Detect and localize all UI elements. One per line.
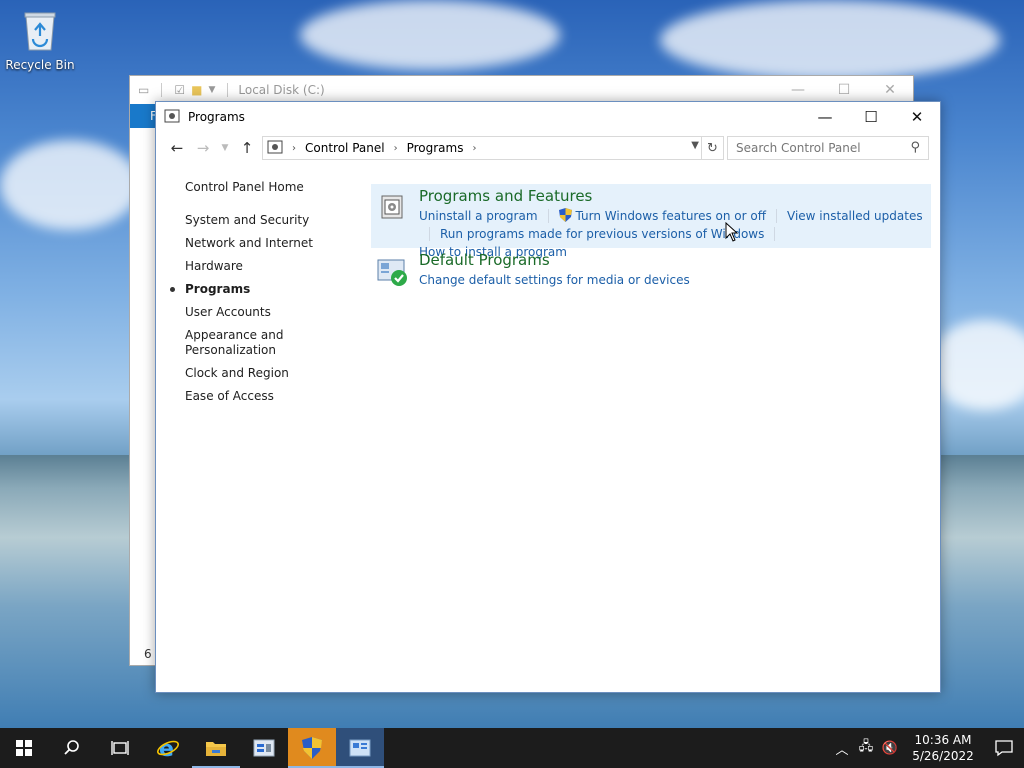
properties-icon[interactable]: ☑ — [174, 83, 185, 97]
volume-muted-icon[interactable]: 🔇 — [878, 741, 902, 756]
wallpaper-cloud — [300, 0, 560, 70]
navigation-bar: ← → ▼ ↑ › Control Panel › Programs › ▼ ↻… — [156, 136, 940, 160]
run-older-programs-link[interactable]: Run programs made for previous versions … — [440, 225, 764, 243]
breadcrumb-chevron-icon[interactable]: › — [292, 143, 296, 154]
sidebar: Control Panel Home System and Security N… — [170, 180, 355, 412]
recent-locations-dropdown-icon[interactable]: ▼ — [218, 143, 232, 153]
breadcrumb-programs[interactable]: Programs — [407, 141, 464, 155]
recycle-bin-desktop-icon[interactable]: Recycle Bin — [4, 8, 76, 72]
security-shield-button[interactable] — [288, 728, 336, 768]
show-hidden-icons-chevron-icon[interactable]: ︿ — [830, 739, 854, 758]
control-panel-icon — [164, 108, 180, 127]
forward-arrow-icon[interactable]: → — [192, 139, 214, 157]
sidebar-item-hardware[interactable]: Hardware — [185, 259, 355, 274]
shield-icon — [302, 737, 322, 759]
refresh-icon[interactable]: ↻ — [701, 137, 723, 159]
turn-windows-features-label: Turn Windows features on or off — [575, 209, 767, 223]
start-button[interactable] — [0, 728, 48, 768]
window-title: Programs — [188, 110, 245, 124]
server-manager-button[interactable] — [240, 728, 288, 768]
breadcrumb-chevron-icon[interactable]: › — [394, 143, 398, 154]
wallpaper-cloud — [930, 320, 1024, 410]
breadcrumb-control-panel[interactable]: Control Panel — [305, 141, 385, 155]
default-programs-icon[interactable] — [377, 256, 407, 286]
wallpaper-cloud — [0, 140, 140, 230]
clock[interactable]: 10:36 AM 5/26/2022 — [908, 732, 978, 764]
back-window-title: Local Disk (C:) — [238, 83, 325, 97]
sidebar-item-network-and-internet[interactable]: Network and Internet — [185, 236, 355, 251]
mouse-cursor-icon — [725, 222, 739, 242]
address-bar[interactable]: › Control Panel › Programs › ▼ ↻ — [262, 136, 724, 160]
up-arrow-icon[interactable]: ↑ — [236, 139, 258, 157]
system-tray: ︿ 🖧 🔇 10:36 AM 5/26/2022 — [830, 728, 1024, 768]
programs-and-features-title[interactable]: Programs and Features — [419, 187, 931, 205]
close-button[interactable]: ✕ — [894, 102, 940, 132]
sidebar-item-control-panel-home[interactable]: Control Panel Home — [185, 180, 355, 195]
back-arrow-icon[interactable]: ← — [166, 139, 188, 157]
programs-features-icon[interactable] — [377, 192, 407, 222]
sidebar-item-user-accounts[interactable]: User Accounts — [185, 305, 355, 320]
taskbar: e ︿ 🖧 🔇 10:36 AM 5/26/2022 — [0, 728, 1024, 768]
search-taskbar-button[interactable] — [48, 728, 96, 768]
server-manager-icon — [253, 739, 275, 757]
programs-and-features-group: Programs and Features Uninstall a progra… — [371, 184, 931, 259]
svg-text:e: e — [159, 737, 174, 759]
action-center-button[interactable] — [984, 739, 1024, 757]
windows-logo-icon — [16, 740, 32, 756]
recycle-bin-label: Recycle Bin — [5, 58, 75, 72]
new-folder-icon[interactable]: ■ — [191, 83, 202, 97]
internet-explorer-button[interactable]: e — [144, 728, 192, 768]
default-programs-title[interactable]: Default Programs — [419, 251, 931, 269]
maximize-button[interactable]: ☐ — [848, 102, 894, 132]
folder-icon — [206, 742, 226, 756]
internet-explorer-icon: e — [157, 737, 179, 759]
minimize-button[interactable]: — — [802, 102, 848, 132]
control-panel-taskbar-button[interactable] — [336, 728, 384, 768]
control-panel-icon — [349, 739, 371, 757]
task-view-icon — [111, 741, 129, 755]
search-icon — [64, 740, 79, 755]
quick-access-dropdown-icon[interactable]: ▼ — [208, 85, 215, 95]
uninstall-program-link[interactable]: Uninstall a program — [419, 207, 538, 225]
programs-window[interactable]: Programs — ☐ ✕ ← → ▼ ↑ › Control Panel ›… — [155, 101, 941, 693]
view-installed-updates-link[interactable]: View installed updates — [787, 207, 923, 225]
search-placeholder: Search Control Panel — [736, 141, 861, 155]
back-minimize-button[interactable]: — — [775, 76, 821, 104]
clock-date: 5/26/2022 — [912, 749, 974, 763]
file-explorer-button[interactable] — [192, 728, 240, 768]
wallpaper-cloud — [660, 0, 1000, 80]
sidebar-item-clock-and-region[interactable]: Clock and Region — [185, 366, 355, 381]
search-input[interactable]: Search Control Panel ⚲ — [727, 136, 929, 160]
change-default-settings-link[interactable]: Change default settings for media or dev… — [419, 271, 690, 289]
notification-icon — [995, 740, 1013, 757]
uac-shield-icon — [558, 208, 572, 222]
address-dropdown-icon[interactable]: ▼ — [691, 140, 699, 151]
back-close-button[interactable]: ✕ — [867, 76, 913, 104]
task-view-button[interactable] — [96, 728, 144, 768]
back-maximize-button[interactable]: ☐ — [821, 76, 867, 104]
recycle-bin-icon — [20, 8, 60, 52]
sidebar-item-appearance-and-personalization[interactable]: Appearance and Personalization — [185, 328, 295, 358]
sidebar-item-ease-of-access[interactable]: Ease of Access — [185, 389, 355, 404]
sidebar-item-programs[interactable]: Programs — [170, 282, 355, 297]
sidebar-item-system-and-security[interactable]: System and Security — [185, 213, 355, 228]
main-content: Programs and Features Uninstall a progra… — [371, 184, 931, 293]
clock-time: 10:36 AM — [914, 733, 972, 747]
default-programs-group: Default Programs Change default settings… — [371, 248, 931, 293]
search-icon[interactable]: ⚲ — [910, 140, 920, 155]
address-control-panel-icon — [267, 139, 283, 158]
network-icon[interactable]: 🖧 — [854, 737, 878, 759]
back-ribbon-file-tab[interactable]: F — [130, 104, 157, 128]
breadcrumb-chevron-icon[interactable]: › — [472, 143, 476, 154]
drive-icon: ▭ — [138, 83, 150, 97]
